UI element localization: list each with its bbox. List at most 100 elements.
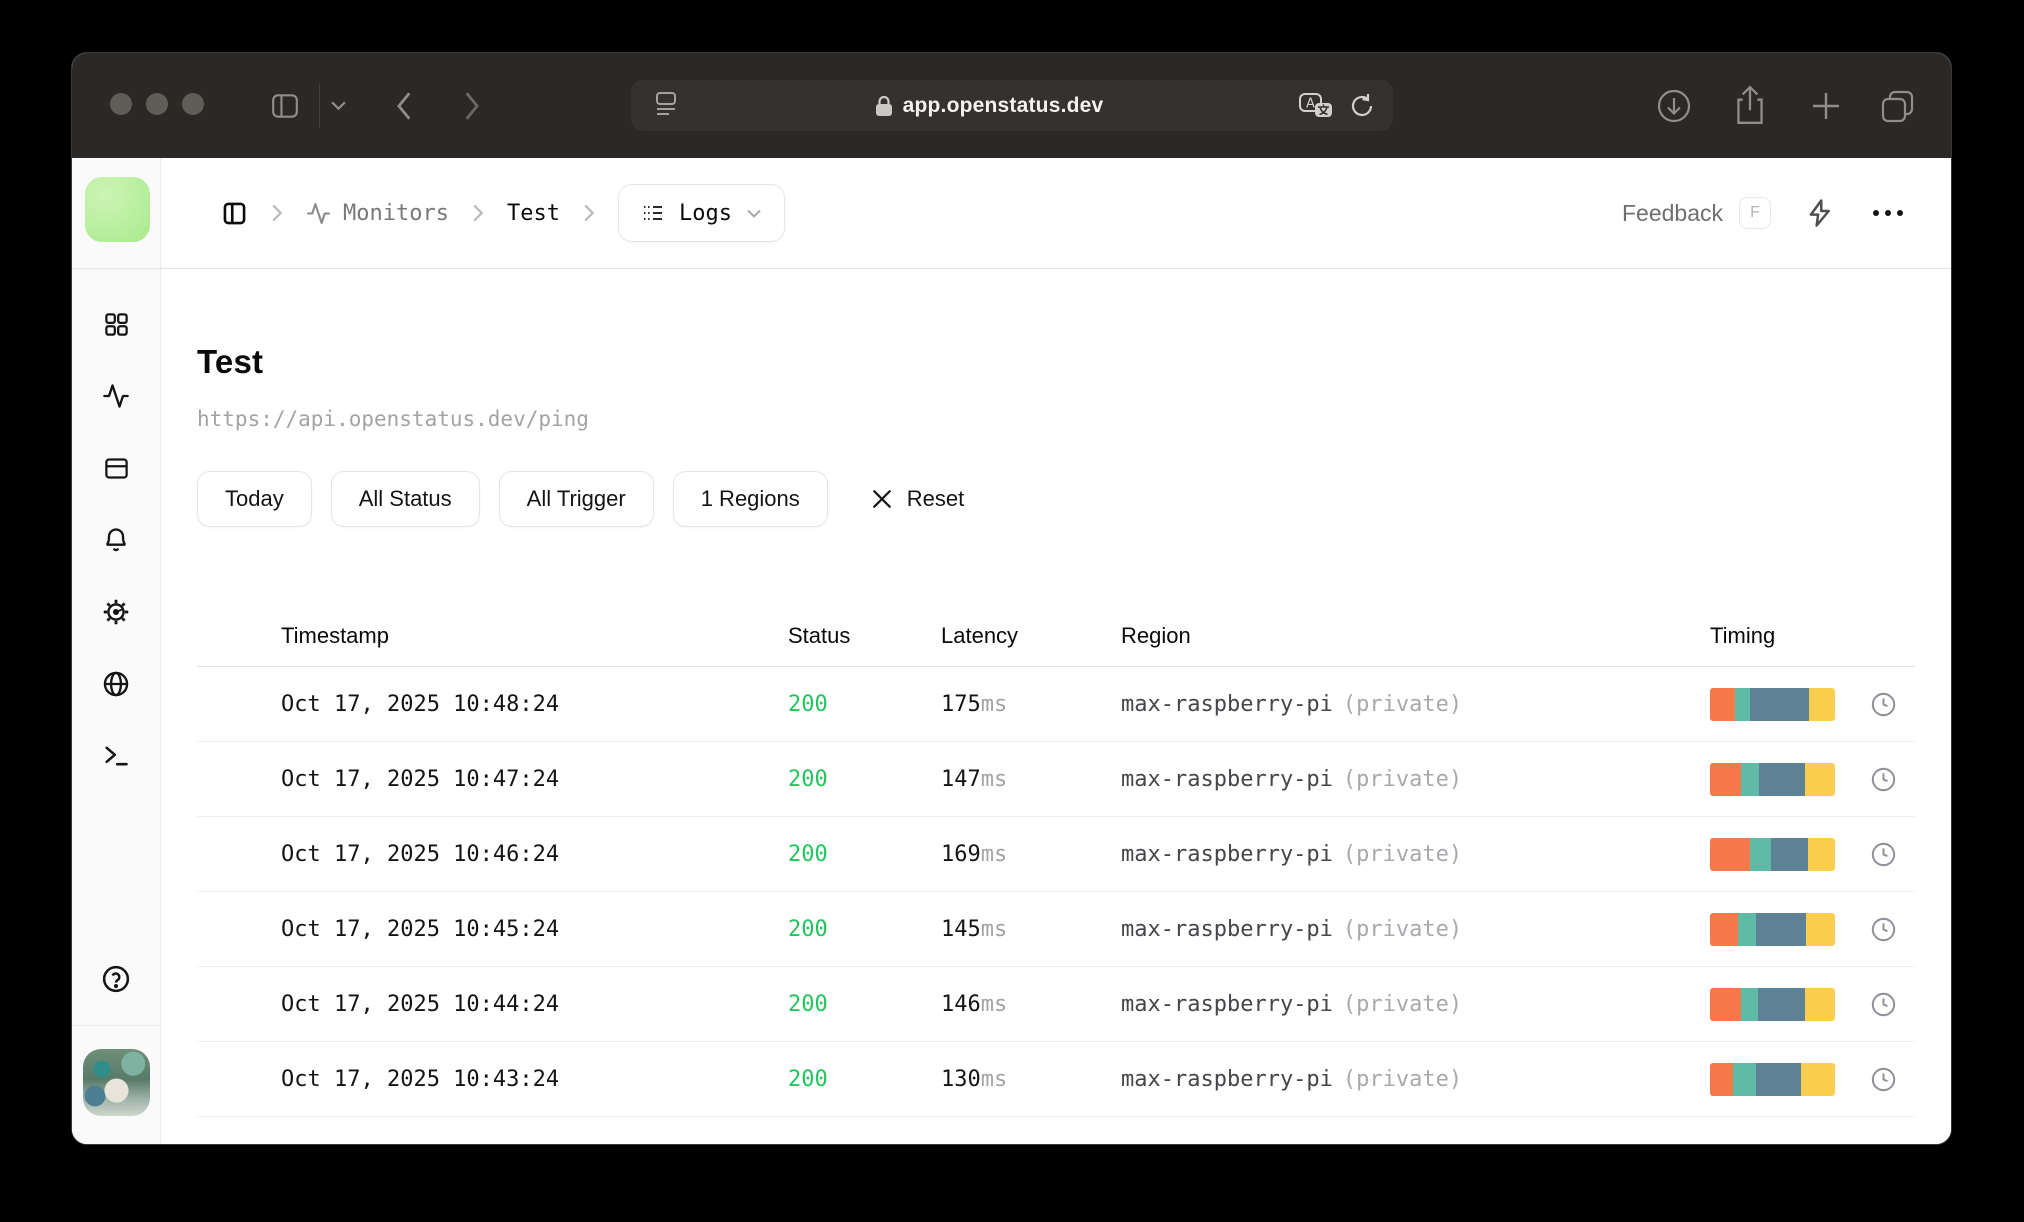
cell-status: 200 xyxy=(788,766,828,792)
sidebar-chevron-icon[interactable] xyxy=(330,53,347,158)
table-header-row: Timestamp Status Latency Region Timing xyxy=(197,605,1915,667)
cell-timestamp: Oct 17, 2025 10:47:24 xyxy=(281,766,560,792)
table-row[interactable]: Oct 17, 2025 10:44:24 200 146ms max-rasp… xyxy=(197,967,1915,1042)
workspace-logo[interactable] xyxy=(85,177,150,242)
filter-regions-button[interactable]: 1 Regions xyxy=(672,471,828,527)
timing-segment xyxy=(1756,1062,1802,1096)
chevron-down-icon xyxy=(746,208,762,219)
globe-icon xyxy=(103,671,129,697)
sidebar-item-monitors[interactable] xyxy=(72,360,160,432)
table-row[interactable]: Oct 17, 2025 10:45:24 200 145ms max-rasp… xyxy=(197,892,1915,967)
sidebar-divider xyxy=(72,1025,160,1026)
tab-overview-icon[interactable] xyxy=(1878,53,1918,158)
cell-region: max-raspberry-pi (private) xyxy=(1121,991,1463,1017)
timing-segment xyxy=(1750,687,1809,721)
panel-toggle-icon[interactable] xyxy=(221,200,248,227)
zap-icon[interactable] xyxy=(1805,198,1835,228)
feedback-label: Feedback xyxy=(1621,199,1723,226)
sidebar-item-dashboard[interactable] xyxy=(72,288,160,360)
svg-text:A: A xyxy=(1306,96,1315,111)
timing-segment xyxy=(1750,837,1772,871)
list-icon xyxy=(643,206,662,220)
share-icon[interactable] xyxy=(1732,53,1768,158)
more-options-icon[interactable] xyxy=(1869,206,1907,220)
table-body: Oct 17, 2025 10:48:24 200 175ms max-rasp… xyxy=(197,667,1915,1117)
back-icon[interactable] xyxy=(395,53,412,158)
breadcrumb-chevron-icon xyxy=(582,203,596,223)
timing-segment xyxy=(1710,1062,1733,1096)
breadcrumb-chevron-icon xyxy=(270,203,284,223)
address-bar[interactable]: app.openstatus.dev A xyxy=(631,80,1393,131)
breadcrumb-monitor-name[interactable]: Test xyxy=(507,201,560,226)
table-row[interactable]: Oct 17, 2025 10:43:24 200 130ms max-rasp… xyxy=(197,1042,1915,1117)
close-icon xyxy=(872,490,891,508)
window-controls xyxy=(110,93,204,115)
clock-icon[interactable] xyxy=(1870,916,1897,943)
forward-icon[interactable] xyxy=(464,53,481,158)
header-divider xyxy=(72,268,1951,269)
cell-latency: 169ms xyxy=(941,841,1008,867)
table-row[interactable]: Oct 17, 2025 10:48:24 200 175ms max-rasp… xyxy=(197,667,1915,742)
page-format-icon[interactable] xyxy=(653,90,679,121)
cell-timestamp: Oct 17, 2025 10:48:24 xyxy=(281,691,560,717)
sidebar-item-status-pages[interactable] xyxy=(72,432,160,504)
breadcrumb-monitors[interactable]: Monitors xyxy=(306,201,449,226)
translate-icon[interactable]: A xyxy=(1299,92,1333,119)
cell-timing xyxy=(1710,1062,1915,1096)
timing-waterfall-bar xyxy=(1710,1062,1835,1096)
filter-trigger-button[interactable]: All Trigger xyxy=(498,471,654,527)
close-window-button[interactable] xyxy=(110,93,132,115)
zoom-window-button[interactable] xyxy=(182,93,204,115)
sidebar-bottom xyxy=(72,964,160,1144)
feedback-button[interactable]: Feedback F xyxy=(1622,197,1771,229)
filter-status-button[interactable]: All Status xyxy=(330,471,480,527)
clock-icon[interactable] xyxy=(1870,1066,1897,1093)
cell-timing xyxy=(1710,987,1915,1021)
timing-segment xyxy=(1758,762,1805,796)
reset-filters-button[interactable]: Reset xyxy=(847,471,988,527)
help-button[interactable] xyxy=(101,964,131,999)
clock-icon[interactable] xyxy=(1870,991,1897,1018)
timing-waterfall-bar xyxy=(1710,762,1835,796)
timing-segment xyxy=(1737,912,1757,946)
timing-waterfall-bar xyxy=(1710,912,1835,946)
table-row[interactable]: Oct 17, 2025 10:46:24 200 169ms max-rasp… xyxy=(197,817,1915,892)
user-avatar[interactable] xyxy=(82,1049,150,1116)
clock-icon[interactable] xyxy=(1870,841,1897,868)
clock-icon[interactable] xyxy=(1870,766,1897,793)
col-status: Status xyxy=(788,622,851,648)
timing-segment xyxy=(1801,1062,1835,1096)
timing-segment xyxy=(1710,687,1735,721)
sidebar-item-settings[interactable] xyxy=(72,576,160,648)
new-tab-icon[interactable] xyxy=(1809,53,1843,158)
timing-segment xyxy=(1741,987,1758,1021)
col-timestamp: Timestamp xyxy=(281,622,389,648)
cell-timing xyxy=(1710,837,1915,871)
minimize-window-button[interactable] xyxy=(146,93,168,115)
table-row[interactable]: Oct 17, 2025 10:47:24 200 147ms max-rasp… xyxy=(197,742,1915,817)
col-latency: Latency xyxy=(941,622,1019,648)
clock-icon[interactable] xyxy=(1870,691,1897,718)
cell-status: 200 xyxy=(788,1066,828,1092)
cell-timing xyxy=(1710,762,1915,796)
cell-status: 200 xyxy=(788,841,828,867)
reload-icon[interactable] xyxy=(1349,92,1375,120)
cell-region: max-raspberry-pi (private) xyxy=(1121,1066,1463,1092)
cell-timestamp: Oct 17, 2025 10:44:24 xyxy=(281,991,560,1017)
breadcrumb-chevron-icon xyxy=(471,203,485,223)
timing-segment xyxy=(1805,762,1835,796)
toolbar-separator xyxy=(319,83,320,128)
sidebar-item-domains[interactable] xyxy=(72,648,160,720)
sidebar-toggle-icon[interactable] xyxy=(270,53,300,158)
timing-segment xyxy=(1807,837,1835,871)
logs-dropdown[interactable]: Logs xyxy=(617,184,785,242)
sidebar-nav xyxy=(72,288,160,792)
sidebar-item-cli[interactable] xyxy=(72,720,160,792)
downloads-icon[interactable] xyxy=(1654,53,1694,158)
lock-icon xyxy=(875,95,892,116)
sidebar-item-notifications[interactable] xyxy=(72,504,160,576)
main-content: Test https://api.openstatus.dev/ping Tod… xyxy=(161,269,1951,1144)
cell-timestamp: Oct 17, 2025 10:46:24 xyxy=(281,841,560,867)
filter-period-button[interactable]: Today xyxy=(197,471,312,527)
feedback-shortcut-key: F xyxy=(1739,197,1771,229)
